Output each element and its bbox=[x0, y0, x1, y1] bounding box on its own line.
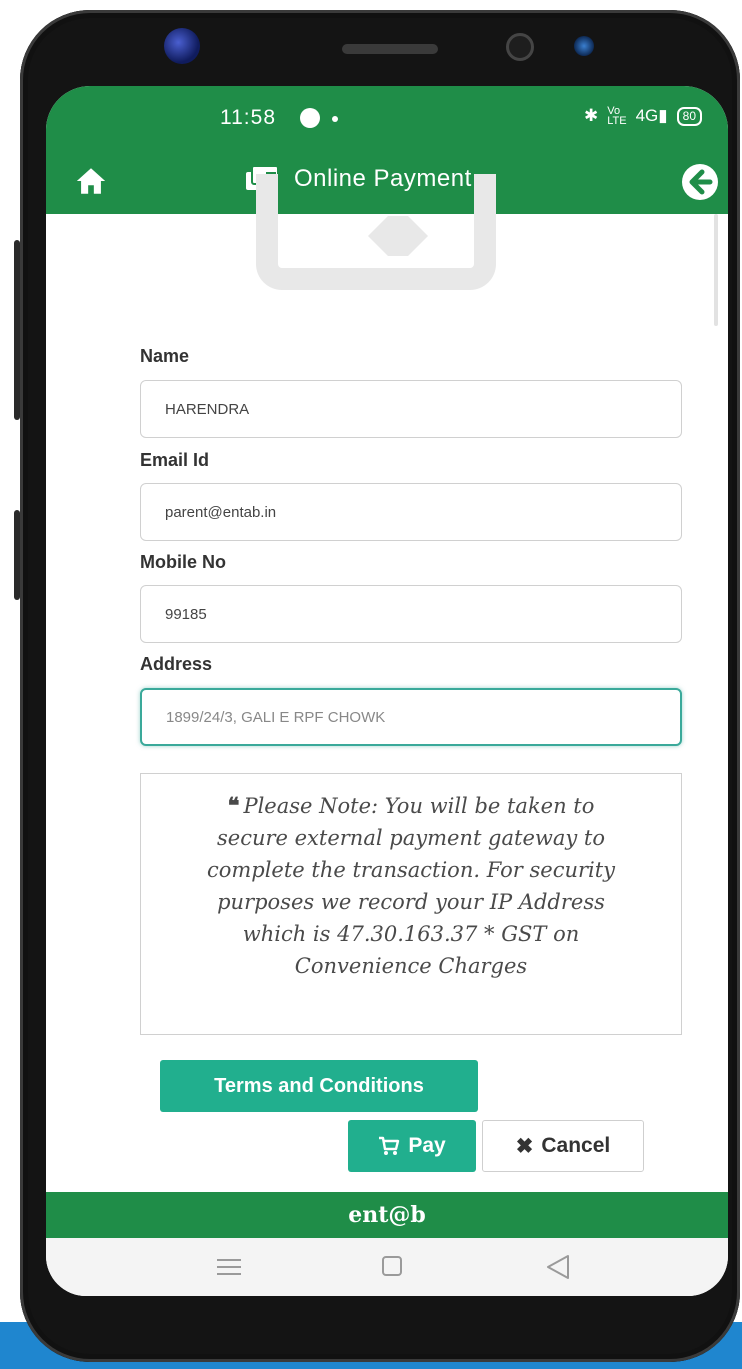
iris-sensor bbox=[574, 36, 594, 56]
payment-note: ❝ Please Note: You will be taken to secur… bbox=[140, 773, 682, 1035]
status-bar: 11:58 ✱ Vo LTE 4G▮ 80 bbox=[46, 86, 728, 150]
notification-dot-icon bbox=[332, 116, 338, 122]
home-nav-icon[interactable] bbox=[382, 1256, 402, 1276]
pay-button[interactable]: Pay bbox=[348, 1120, 476, 1172]
volte-icon: Vo LTE bbox=[607, 105, 627, 127]
pay-button-label: Pay bbox=[408, 1134, 446, 1157]
close-icon: ✖ bbox=[515, 1134, 534, 1158]
phone-side-button bbox=[14, 240, 20, 420]
address-label: Address bbox=[140, 654, 213, 674]
phone-side-button bbox=[14, 510, 20, 600]
email-field[interactable] bbox=[140, 483, 682, 541]
address-field[interactable] bbox=[140, 688, 682, 746]
entab-logo: ent@b bbox=[348, 1202, 426, 1228]
back-nav-icon[interactable] bbox=[546, 1254, 570, 1280]
whatsapp-icon bbox=[300, 108, 320, 128]
android-nav-bar bbox=[46, 1238, 728, 1296]
cancel-button-label: Cancel bbox=[541, 1134, 611, 1157]
footer: ent@b bbox=[46, 1192, 728, 1238]
proximity-sensor bbox=[506, 33, 534, 61]
bluetooth-icon: ✱ bbox=[583, 106, 599, 125]
main-content: Name Email Id Mobile No Address ❝Please … bbox=[46, 174, 728, 1192]
status-time: 11:58 bbox=[220, 106, 276, 129]
status-icons: ✱ Vo LTE 4G▮ 80 bbox=[583, 105, 702, 127]
mobile-field[interactable] bbox=[140, 585, 682, 643]
payment-note-text: Please Note: You will be taken to secure… bbox=[206, 794, 616, 978]
front-camera bbox=[164, 28, 200, 64]
scrollbar[interactable] bbox=[714, 214, 718, 326]
name-label: Name bbox=[140, 346, 190, 366]
battery-icon: 80 bbox=[676, 106, 702, 126]
4g-signal-icon: 4G▮ bbox=[635, 106, 668, 125]
terms-and-conditions-button[interactable]: Terms and Conditions bbox=[160, 1060, 478, 1112]
edit-photo-icon bbox=[368, 216, 428, 256]
arrow-left-circle-icon[interactable] bbox=[680, 162, 720, 202]
earpiece-speaker bbox=[342, 44, 438, 54]
recent-apps-icon[interactable] bbox=[216, 1258, 242, 1276]
quote-left-icon: ❝ bbox=[227, 793, 240, 819]
cart-icon bbox=[379, 1136, 400, 1155]
cancel-button[interactable]: ✖ Cancel bbox=[482, 1120, 644, 1172]
name-field[interactable] bbox=[140, 380, 682, 438]
email-label: Email Id bbox=[140, 450, 210, 470]
home-icon[interactable] bbox=[74, 164, 108, 198]
mobile-label: Mobile No bbox=[140, 552, 226, 572]
phone-screen: 11:58 ✱ Vo LTE 4G▮ 80 Online Payment Nam… bbox=[46, 86, 728, 1296]
